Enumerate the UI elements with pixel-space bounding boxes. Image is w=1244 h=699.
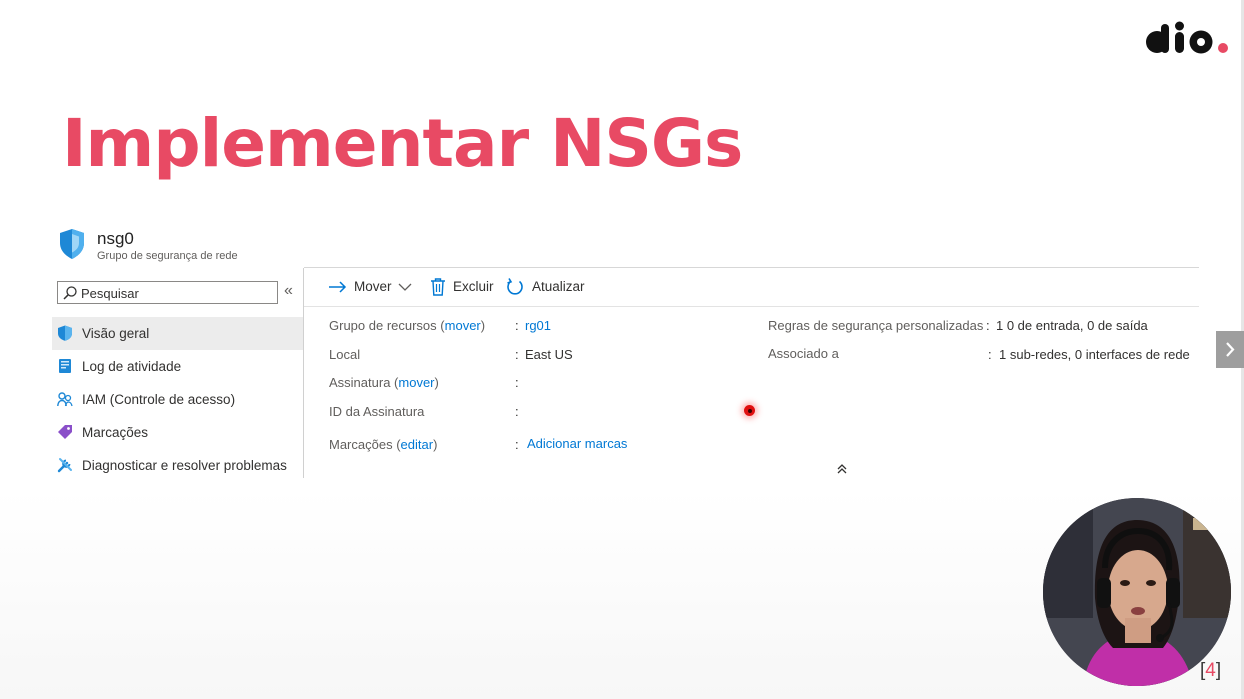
sidebar-divider — [303, 268, 304, 478]
dio-logo — [1146, 21, 1228, 54]
colon: : — [988, 347, 992, 362]
sidebar-item-label: Visão geral — [82, 326, 150, 341]
resource-name: nsg0 — [97, 229, 134, 248]
trash-icon — [431, 278, 445, 296]
people-icon — [57, 392, 73, 407]
chevron-down-icon — [398, 283, 412, 291]
sidebar-item-iam[interactable]: IAM (Controle de acesso) — [52, 383, 303, 416]
tags-label: Marcações (editar) — [329, 437, 438, 452]
refresh-button[interactable]: Atualizar — [505, 276, 587, 298]
pointer-highlight — [744, 405, 755, 416]
custom-security-rules-label: Regras de segurança personalizadas — [768, 318, 984, 333]
colon: : — [515, 375, 519, 390]
collapse-essentials-icon[interactable] — [836, 463, 848, 475]
sidebar-item-tags[interactable]: Marcações — [52, 416, 303, 449]
colon: : — [515, 318, 519, 333]
custom-security-rules-value: 1 0 de entrada, 0 de saída — [996, 318, 1148, 333]
edit-tags-link[interactable]: editar — [401, 437, 434, 452]
delete-button[interactable]: Excluir — [428, 276, 494, 298]
sidebar-item-label: Log de atividade — [82, 359, 182, 374]
location-label: Local — [329, 347, 361, 362]
shield-icon — [58, 325, 72, 341]
wrench-icon — [57, 458, 72, 473]
move-label: Mover — [354, 279, 392, 294]
presenter-image — [1043, 498, 1231, 686]
colon: : — [515, 347, 519, 362]
add-tags-link[interactable]: Adicionar marcas — [527, 436, 627, 451]
toolbar-divider — [304, 306, 1199, 307]
sidebar-item-label: Marcações — [82, 425, 149, 440]
page-number: [4] — [1200, 660, 1222, 681]
associated-to-label: Associado a — [768, 346, 839, 361]
header-divider — [304, 267, 1199, 268]
associated-to-value: 1 sub-redes, 0 interfaces de rede — [999, 347, 1190, 362]
sidebar-item-diagnose[interactable]: Diagnosticar e resolver problemas — [52, 449, 303, 482]
colon: : — [986, 318, 990, 333]
sidebar-item-overview[interactable]: Visão geral — [52, 317, 303, 350]
subscription-id-label: ID da Assinatura — [329, 404, 425, 419]
search-box[interactable] — [57, 281, 278, 304]
search-input[interactable] — [81, 284, 271, 302]
chevron-right-icon — [1226, 342, 1235, 357]
sidebar-item-activity-log[interactable]: Log de atividade — [52, 350, 303, 383]
colon: : — [515, 404, 519, 419]
presenter-webcam — [1043, 498, 1231, 686]
slide-title: Implementar NSGs — [62, 105, 743, 182]
arrow-right-icon — [329, 281, 347, 293]
tag-icon — [58, 425, 72, 439]
search-icon — [63, 286, 77, 300]
location-value: East US — [525, 347, 573, 362]
resource-group-label: Grupo de recursos (mover) — [329, 318, 486, 333]
subscription-label: Assinatura (mover) — [329, 375, 439, 390]
move-resource-group-link[interactable]: mover — [445, 318, 481, 333]
move-button[interactable]: Mover — [328, 276, 414, 298]
refresh-label: Atualizar — [532, 279, 585, 294]
colon: : — [515, 437, 519, 452]
delete-label: Excluir — [453, 279, 494, 294]
resource-group-link[interactable]: rg01 — [525, 318, 551, 333]
activity-log-icon — [59, 359, 71, 373]
sidebar-item-label: Diagnosticar e resolver problemas — [82, 458, 287, 473]
next-slide-button[interactable] — [1216, 331, 1244, 368]
sidebar-item-label: IAM (Controle de acesso) — [82, 392, 236, 407]
move-subscription-link[interactable]: mover — [398, 375, 434, 390]
shield-icon — [60, 229, 84, 259]
resource-type: Grupo de segurança de rede — [97, 250, 238, 262]
refresh-icon — [507, 278, 523, 295]
collapse-sidebar-button[interactable]: « — [284, 282, 293, 300]
